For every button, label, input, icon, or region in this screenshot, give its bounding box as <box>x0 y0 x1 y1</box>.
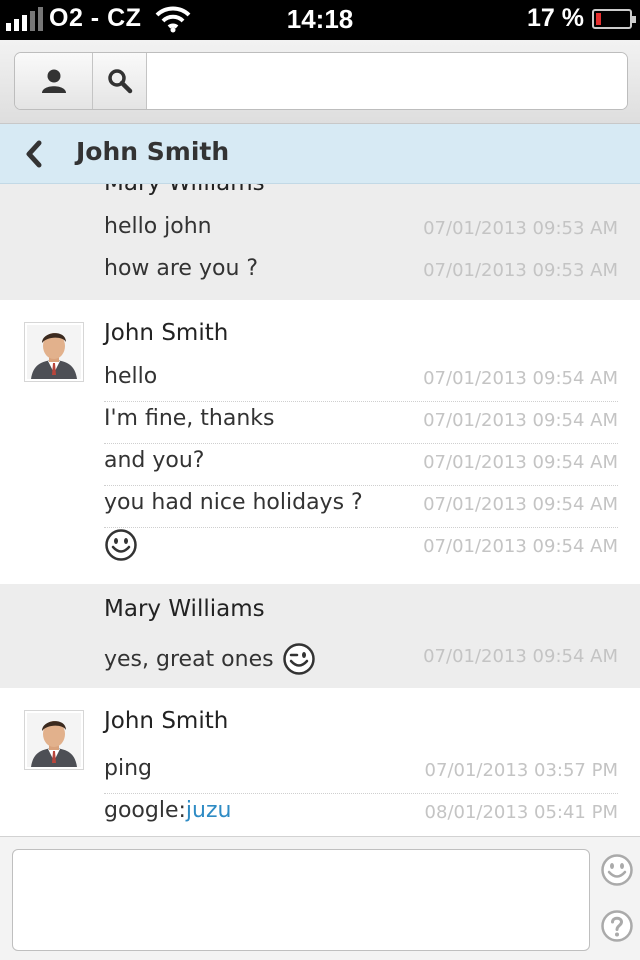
search-input[interactable] <box>147 53 627 109</box>
message-row: google: juzu 08/01/2013 05:41 PM <box>104 794 618 836</box>
search-group <box>14 52 628 110</box>
message-time: 07/01/2013 09:53 AM <box>423 260 618 281</box>
message-text: google: juzu <box>104 798 231 823</box>
message-row: you had nice holidays ? 07/01/2013 09:54… <box>104 486 618 528</box>
message-text <box>104 528 138 562</box>
wink-icon <box>282 643 315 675</box>
message-time: 07/01/2013 09:54 AM <box>423 410 618 431</box>
sender-name: John Smith <box>104 320 229 346</box>
battery-percent: 17 % <box>527 4 584 32</box>
chevron-left-icon <box>26 140 42 168</box>
avatar-photo <box>27 325 81 379</box>
conversation-list[interactable]: Mary Williams hello john 07/01/2013 09:5… <box>0 184 640 836</box>
contacts-button[interactable] <box>15 53 93 109</box>
conversation-header: John Smith <box>0 124 640 184</box>
message-text: how are you ? <box>104 256 259 281</box>
message-time: 07/01/2013 09:53 AM <box>423 218 618 239</box>
message-text: hello <box>104 364 158 389</box>
avatar[interactable] <box>24 710 84 770</box>
message-row: and you? 07/01/2013 09:54 AM <box>104 444 618 486</box>
battery-icon <box>592 8 636 29</box>
search-toolbar <box>0 40 640 124</box>
search-button[interactable] <box>93 53 147 109</box>
message-time: 08/01/2013 05:41 PM <box>424 802 618 823</box>
message-body: google: <box>104 798 186 823</box>
sender-name: Mary Williams <box>104 184 265 196</box>
search-icon <box>107 69 132 94</box>
smiley-icon <box>105 529 137 561</box>
message-time: 07/01/2013 09:54 AM <box>423 452 618 473</box>
sender-name: John Smith <box>104 708 229 734</box>
message-row: hello 07/01/2013 09:54 AM <box>104 360 618 402</box>
page-title: John Smith <box>76 137 230 166</box>
message-text: hello john <box>104 214 212 239</box>
message-time: 07/01/2013 09:54 AM <box>423 536 618 557</box>
message-row: I'm fine, thanks 07/01/2013 09:54 AM <box>104 402 618 444</box>
message-row: hello john 07/01/2013 09:53 AM <box>104 210 618 252</box>
help-icon[interactable] <box>600 909 634 943</box>
message-row: 07/01/2013 09:54 AM <box>104 528 618 570</box>
message-body: yes, great ones <box>104 646 274 672</box>
message-text: you had nice holidays ? <box>104 490 363 515</box>
message-time: 07/01/2013 09:54 AM <box>423 494 618 515</box>
emoticon-icon[interactable] <box>600 853 634 887</box>
message-link[interactable]: juzu <box>186 798 232 823</box>
avatar-photo <box>27 713 81 767</box>
message-row: yes, great ones 07/01/2013 09:54 AM <box>104 638 618 680</box>
message-text: ping <box>104 756 152 781</box>
message-group: Mary Williams hello john 07/01/2013 09:5… <box>0 184 640 300</box>
message-text: I'm fine, thanks <box>104 406 275 431</box>
message-input[interactable] <box>12 849 590 951</box>
avatar[interactable] <box>24 322 84 382</box>
message-row: how are you ? 07/01/2013 09:53 AM <box>104 252 618 294</box>
composer <box>0 836 640 960</box>
person-icon <box>41 69 66 93</box>
message-text: and you? <box>104 448 205 473</box>
message-time: 07/01/2013 09:54 AM <box>423 646 618 667</box>
message-group: John Smith ping 07/01/2013 03:57 PM goog… <box>0 688 640 836</box>
message-group: Mary Williams yes, great ones 07/01/2013… <box>0 584 640 688</box>
status-bar: O2 - CZ 14:18 17 % <box>0 0 640 40</box>
message-time: 07/01/2013 09:54 AM <box>423 368 618 389</box>
message-group: John Smith hello 07/01/2013 09:54 AM I'm… <box>0 300 640 584</box>
message-time: 07/01/2013 03:57 PM <box>424 760 618 781</box>
message-text: yes, great ones <box>104 642 316 676</box>
sender-name: Mary Williams <box>104 596 265 622</box>
message-row: ping 07/01/2013 03:57 PM <box>104 752 618 794</box>
back-button[interactable] <box>18 136 50 172</box>
